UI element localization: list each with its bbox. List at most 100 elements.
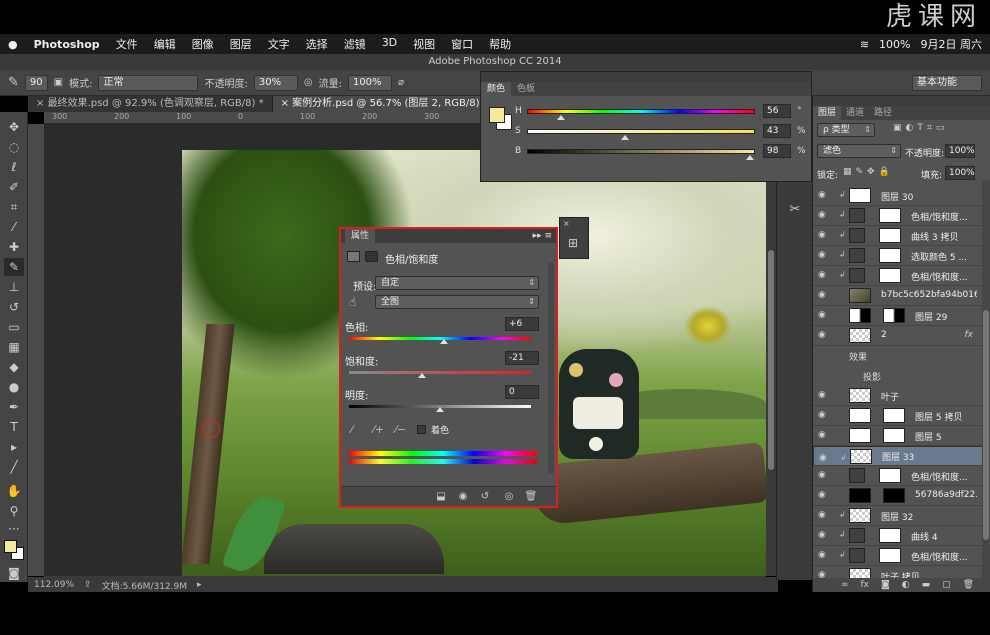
blend-mode-select[interactable]: 滤色: [817, 144, 901, 158]
layer-thumbnail[interactable]: [849, 508, 871, 523]
mode-select[interactable]: 正常: [98, 74, 199, 91]
menu-item[interactable]: 文件: [108, 36, 146, 52]
pressure-opacity-icon[interactable]: ◎: [304, 77, 313, 88]
delete-icon[interactable]: 🗑: [523, 490, 539, 504]
layer-mask-thumbnail[interactable]: [879, 228, 901, 243]
status-menu-arrow-icon[interactable]: ▸: [197, 580, 202, 590]
layer-mask-thumbnail[interactable]: [879, 528, 901, 543]
layer-mask-thumbnail[interactable]: [883, 408, 905, 423]
saturation-slider[interactable]: [349, 371, 531, 374]
visibility-icon[interactable]: ◎: [501, 490, 517, 504]
properties-scrollbar[interactable]: [548, 263, 554, 473]
path-select-tool-icon[interactable]: ▸: [4, 438, 24, 456]
tab-color[interactable]: 颜色: [481, 82, 512, 96]
brush-panel-icon[interactable]: ▣: [54, 77, 63, 88]
more-tools-icon[interactable]: ···: [4, 520, 24, 538]
preset-select[interactable]: 自定: [375, 276, 539, 290]
layer-row[interactable]: ◉ 图层 5 拷贝: [813, 406, 990, 426]
layer-effects-label[interactable]: 效果: [849, 350, 867, 363]
properties-header[interactable]: 属性 ▸▸ ≡: [341, 229, 556, 243]
layer-mask-thumbnail[interactable]: [883, 428, 905, 443]
close-icon[interactable]: ×: [563, 219, 570, 228]
visibility-eye-icon[interactable]: ◉: [818, 270, 826, 280]
menu-item[interactable]: 图像: [184, 36, 222, 52]
layer-thumbnail[interactable]: [850, 449, 872, 464]
layer-row[interactable]: ◉ ↲ 图层 30: [813, 186, 990, 206]
layer-thumbnail[interactable]: [849, 188, 871, 203]
workspace-select[interactable]: 基本功能: [912, 74, 982, 91]
brightness-input[interactable]: 98: [763, 144, 791, 158]
visibility-eye-icon[interactable]: ◉: [818, 430, 826, 440]
layer-mask-thumbnail[interactable]: [879, 268, 901, 283]
menu-item[interactable]: 3D: [374, 36, 405, 52]
layer-row[interactable]: ◉ ↲ 曲线 4: [813, 526, 990, 546]
lock-icons[interactable]: ▦✎✥🔒: [843, 167, 894, 177]
layer-mask-thumbnail[interactable]: [879, 248, 901, 263]
layer-row[interactable]: ◉ 2 fx: [813, 326, 990, 346]
panel-header[interactable]: [481, 72, 811, 82]
brush-tool-icon[interactable]: ✎: [8, 75, 19, 90]
layers-scrollbar[interactable]: [982, 180, 990, 578]
new-layer-icon[interactable]: ▢: [942, 580, 951, 590]
eyedropper-minus-icon[interactable]: ⁄−: [395, 423, 406, 436]
brightness-slider-handle[interactable]: [746, 155, 755, 160]
tab-layers[interactable]: 图层: [813, 106, 842, 120]
layer-row[interactable]: ◉ ↲ 色相/饱和度...: [813, 546, 990, 566]
move-tool-icon[interactable]: ✥: [4, 118, 24, 136]
visibility-eye-icon[interactable]: ◉: [818, 230, 826, 240]
hand-tool-icon[interactable]: ✋: [4, 482, 24, 500]
tab-channels[interactable]: 通道: [841, 106, 869, 120]
tab-close-icon[interactable]: ×: [36, 98, 48, 109]
hue-input[interactable]: 56: [763, 104, 791, 118]
visibility-eye-icon[interactable]: ◉: [818, 210, 826, 220]
pen-tool-icon[interactable]: ✒: [4, 398, 24, 416]
menu-item[interactable]: 帮助: [481, 36, 519, 52]
canvas-vertical-scrollbar[interactable]: [766, 124, 776, 576]
visibility-eye-icon[interactable]: ◉: [818, 390, 826, 400]
tools-panel-icon[interactable]: ✂: [785, 200, 805, 220]
brush-size-picker[interactable]: 90: [24, 74, 48, 91]
layer-mask-thumbnail[interactable]: [879, 208, 901, 223]
layer-row[interactable]: ◉ ↲ 曲线 3 拷贝: [813, 226, 990, 246]
layer-mask-thumbnail[interactable]: [883, 308, 905, 323]
layer-row[interactable]: ◉ 图层 5: [813, 426, 990, 446]
opacity-input[interactable]: 30%: [253, 74, 298, 91]
visibility-eye-icon[interactable]: ◉: [818, 190, 826, 200]
menu-item[interactable]: 图层: [222, 36, 260, 52]
menu-item[interactable]: 文字: [260, 36, 298, 52]
share-icon[interactable]: ⇪: [84, 580, 92, 590]
marquee-tool-icon[interactable]: ◌: [4, 138, 24, 156]
layer-row[interactable]: ◉ ↲ 图层 32: [813, 506, 990, 526]
layer-mask-thumbnail[interactable]: [883, 488, 905, 503]
layer-row[interactable]: ◉ 56786a9df22...: [813, 486, 990, 506]
eyedropper-tool-icon[interactable]: ⁄: [4, 218, 24, 236]
visibility-eye-icon[interactable]: ◉: [818, 410, 826, 420]
hue-slider-handle[interactable]: [557, 115, 566, 120]
panel-header[interactable]: [813, 96, 990, 106]
dodge-tool-icon[interactable]: ●: [4, 378, 24, 396]
layer-thumbnail[interactable]: [849, 488, 871, 503]
clock[interactable]: 9月2日 周六: [921, 36, 983, 52]
delete-layer-icon[interactable]: 🗑: [963, 580, 974, 590]
add-style-icon[interactable]: fx: [861, 580, 870, 590]
layer-thumbnail[interactable]: [849, 328, 871, 343]
layer-mask-thumbnail[interactable]: [879, 548, 901, 563]
visibility-eye-icon[interactable]: ◉: [818, 310, 826, 320]
tab-final-effect[interactable]: × 最终效果.psd @ 92.9% (色调观察层, RGB/8) *: [28, 96, 273, 112]
battery-status[interactable]: 100%: [879, 38, 910, 51]
eraser-tool-icon[interactable]: ▭: [4, 318, 24, 336]
layer-row[interactable]: ◉ b7bc5c652bfa94b016...: [813, 286, 990, 306]
add-mask-icon[interactable]: ◙: [881, 580, 890, 590]
layer-thumbnail[interactable]: [849, 428, 871, 443]
saturation-slider[interactable]: [527, 129, 755, 134]
adjustments-icon[interactable]: ⊞: [568, 236, 578, 250]
gradient-tool-icon[interactable]: ▦: [4, 338, 24, 356]
brightness-slider[interactable]: [527, 149, 755, 154]
layer-row[interactable]: ◉ ↲ 图层 33: [813, 446, 990, 466]
layer-thumbnail[interactable]: [849, 388, 871, 403]
eyedropper-icon[interactable]: ⁄: [351, 423, 353, 436]
layer-row[interactable]: ◉ 色相/饱和度...: [813, 466, 990, 486]
menu-item[interactable]: 窗口: [443, 36, 481, 52]
layer-mask-icon[interactable]: [365, 251, 378, 262]
fill-input[interactable]: 100%: [945, 166, 975, 180]
